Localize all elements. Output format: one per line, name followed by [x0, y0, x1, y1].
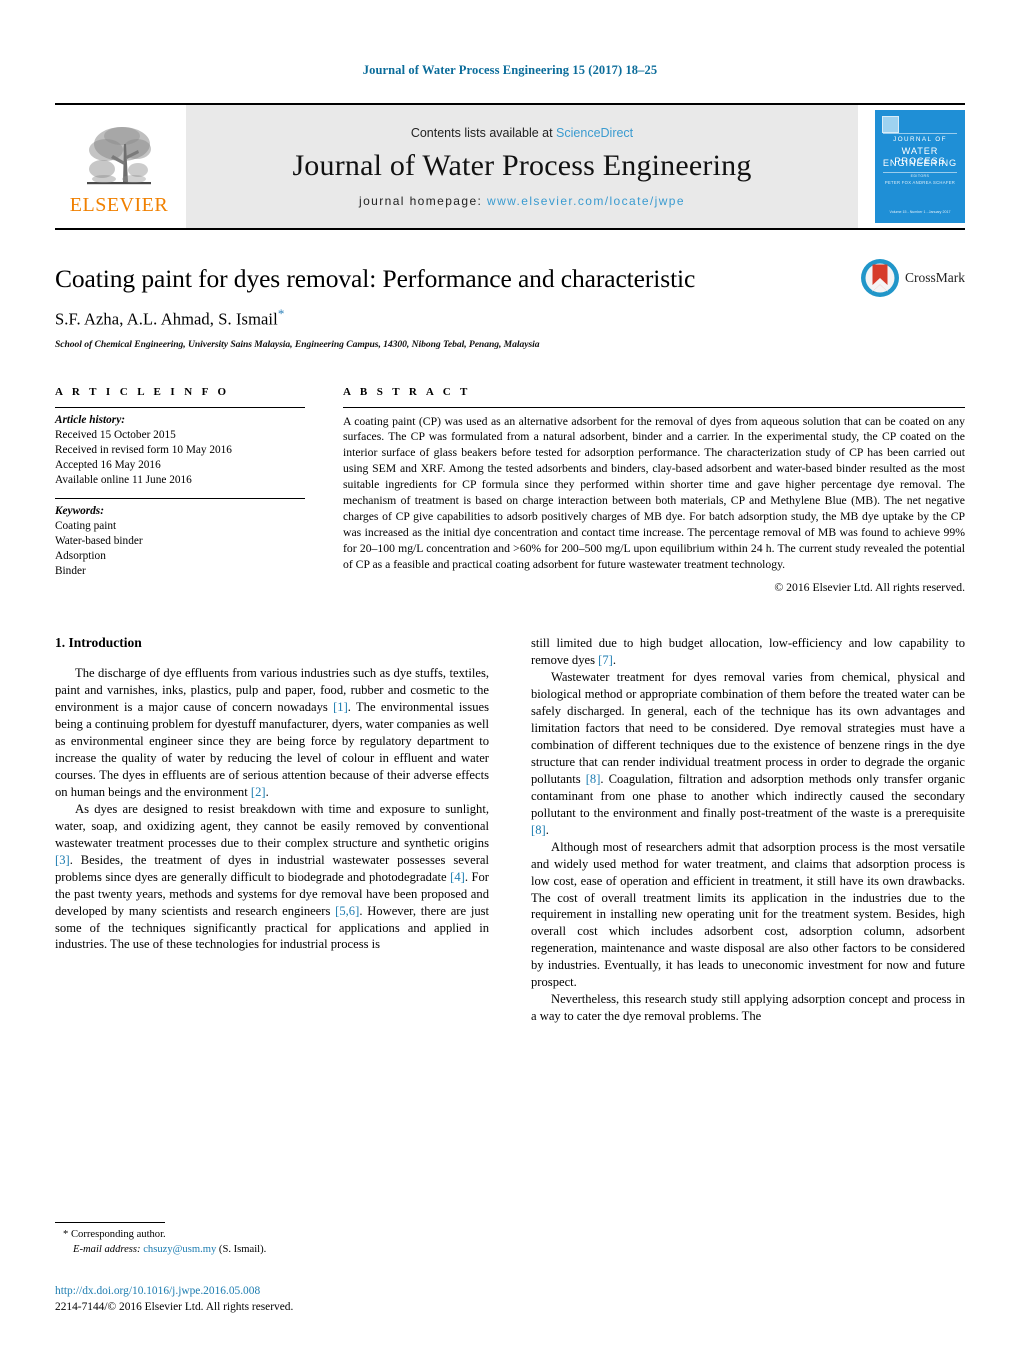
- article-title: Coating paint for dyes removal: Performa…: [55, 264, 696, 293]
- issn-copyright-line: 2214-7144/© 2016 Elsevier Ltd. All right…: [55, 1300, 294, 1313]
- footnote-rule: [55, 1222, 165, 1224]
- citation-link[interactable]: [2]: [251, 785, 266, 799]
- body-columns: 1. Introduction The discharge of dye eff…: [55, 635, 965, 1025]
- elsevier-wordmark: ELSEVIER: [69, 194, 169, 216]
- abstract-column: A B S T R A C T A coating paint (CP) was…: [343, 386, 965, 596]
- paragraph-text: still limited due to high budget allocat…: [531, 636, 965, 668]
- title-block: Coating paint for dyes removal: Performa…: [55, 259, 965, 350]
- paragraph-text: .: [265, 785, 269, 800]
- email-line: E-mail address: chsuzy@usm.my (S. Ismail…: [63, 1243, 495, 1258]
- body-column-left: 1. Introduction The discharge of dye eff…: [55, 635, 489, 1025]
- history-item: Accepted 16 May 2016: [55, 458, 161, 471]
- body-paragraph: Although most of researchers admit that …: [531, 839, 965, 991]
- cover-editors-names: PETER FOX ANDREA SCHAFER: [884, 180, 956, 185]
- abstract-text: A coating paint (CP) was used as an alte…: [343, 414, 965, 571]
- crossmark-icon: [861, 259, 899, 297]
- cover-volume-line: Volume 15 - Number 1 - January 2017: [889, 210, 951, 214]
- body-paragraph: As dyes are designed to resist breakdown…: [55, 801, 489, 953]
- paragraph-text: Nevertheless, this research study still …: [531, 992, 965, 1024]
- section-title-introduction: 1. Introduction: [55, 635, 142, 651]
- left-column-paragraphs: The discharge of dye effluents from vari…: [55, 665, 489, 953]
- info-abstract-section: A R T I C L E I N F O Article history: R…: [55, 386, 965, 596]
- cover-editors-label: EDITORS: [910, 174, 930, 178]
- corresponding-author-line: * Corresponding author.: [63, 1228, 495, 1243]
- paragraph-text: .: [612, 653, 616, 668]
- masthead-center: Contents lists available at ScienceDirec…: [186, 105, 858, 228]
- citation-link[interactable]: [8]: [531, 823, 546, 837]
- email-label: E-mail address:: [73, 1244, 141, 1256]
- paragraph-text: As dyes are designed to resist breakdown…: [55, 801, 489, 850]
- author-list: S.F. Azha, A.L. Ahmad, S. Ismail*: [55, 306, 965, 330]
- sciencedirect-link[interactable]: ScienceDirect: [556, 126, 633, 140]
- article-info-heading: A R T I C L E I N F O: [55, 385, 230, 398]
- keyword-item: Coating paint: [55, 519, 117, 532]
- cover-publisher-icon: [882, 116, 899, 133]
- right-column-paragraphs: still limited due to high budget allocat…: [531, 635, 965, 1025]
- cover-line-3: ENGINEERING: [882, 158, 958, 168]
- crossmark-badge[interactable]: CrossMark: [860, 258, 965, 298]
- cover-rule-mid: [883, 172, 957, 173]
- history-item: Received in revised form 10 May 2016: [55, 443, 232, 456]
- journal-homepage-link[interactable]: www.elsevier.com/locate/jwpe: [487, 194, 685, 208]
- paragraph-text: . The environmental issues being a conti…: [55, 700, 489, 800]
- paragraph-text: Although most of researchers admit that …: [531, 839, 965, 990]
- journal-masthead: ELSEVIER Contents lists available at Sci…: [55, 103, 965, 230]
- abstract-heading: A B S T R A C T: [343, 385, 471, 398]
- journal-homepage-line: journal homepage: www.elsevier.com/locat…: [359, 194, 685, 208]
- affiliation: School of Chemical Engineering, Universi…: [55, 338, 540, 350]
- running-head: Journal of Water Process Engineering 15 …: [362, 63, 658, 77]
- cover-line-1: JOURNAL OF: [893, 136, 947, 143]
- citation-link[interactable]: [4]: [450, 870, 465, 884]
- body-paragraph: Wastewater treatment for dyes removal va…: [531, 669, 965, 838]
- contents-prefix: Contents lists available at: [410, 125, 557, 140]
- keywords-label: Keywords:: [55, 504, 104, 517]
- corresponding-author-marker: *: [277, 306, 285, 321]
- body-column-right: still limited due to high budget allocat…: [531, 635, 965, 1025]
- crossmark-label: CrossMark: [905, 270, 965, 285]
- citation-link[interactable]: [1]: [333, 700, 348, 714]
- citation-link[interactable]: [5,6]: [335, 904, 359, 918]
- journal-cover-thumbnail: JOURNAL OF WATER PROCESS ENGINEERING EDI…: [875, 110, 965, 223]
- keyword-item: Binder: [55, 564, 86, 577]
- cover-rule-top: [883, 133, 957, 134]
- keyword-item: Adsorption: [55, 549, 106, 562]
- elsevier-logo: ELSEVIER: [55, 105, 183, 228]
- article-history-label: Article history:: [55, 413, 125, 426]
- body-paragraph: The discharge of dye effluents from vari…: [55, 665, 489, 801]
- email-owner: (S. Ismail).: [218, 1244, 267, 1256]
- homepage-prefix: journal homepage:: [359, 193, 487, 208]
- contents-available-line: Contents lists available at ScienceDirec…: [411, 126, 633, 140]
- body-paragraph: Nevertheless, this research study still …: [531, 991, 965, 1025]
- article-info-column: A R T I C L E I N F O Article history: R…: [55, 386, 305, 596]
- author-names: S.F. Azha, A.L. Ahmad, S. Ismail: [55, 309, 278, 329]
- keyword-item: Water-based binder: [55, 534, 143, 547]
- citation-link[interactable]: [7]: [598, 653, 613, 667]
- history-item: Received 15 October 2015: [55, 428, 176, 441]
- footnote-marker: *: [63, 1229, 69, 1241]
- corresponding-author-footnote: * Corresponding author. E-mail address: …: [55, 1222, 495, 1258]
- paragraph-text: Wastewater treatment for dyes removal va…: [531, 670, 965, 786]
- abstract-copyright: © 2016 Elsevier Ltd. All rights reserved…: [774, 580, 965, 594]
- journal-title: Journal of Water Process Engineering: [292, 148, 752, 182]
- email-link[interactable]: chsuzy@usm.my: [143, 1244, 216, 1255]
- citation-link[interactable]: [8]: [586, 772, 601, 786]
- paragraph-text: .: [545, 822, 549, 837]
- doi-link[interactable]: http://dx.doi.org/10.1016/j.jwpe.2016.05…: [55, 1283, 555, 1299]
- corresponding-author-label: Corresponding author.: [70, 1229, 166, 1241]
- article-history-block: Article history: Received 15 October 201…: [55, 408, 305, 488]
- paragraph-text: . Besides, the treatment of dyes in indu…: [55, 852, 489, 884]
- citation-link[interactable]: [3]: [55, 853, 70, 867]
- history-item: Available online 11 June 2016: [55, 473, 192, 486]
- elsevier-tree-icon: [87, 127, 151, 185]
- body-paragraph: still limited due to high budget allocat…: [531, 635, 965, 669]
- article-page: Journal of Water Process Engineering 15 …: [0, 0, 1020, 1351]
- keywords-block: Keywords: Coating paint Water-based bind…: [55, 499, 305, 579]
- journal-cover-block: JOURNAL OF WATER PROCESS ENGINEERING EDI…: [861, 105, 965, 228]
- doi-block: http://dx.doi.org/10.1016/j.jwpe.2016.05…: [55, 1283, 555, 1315]
